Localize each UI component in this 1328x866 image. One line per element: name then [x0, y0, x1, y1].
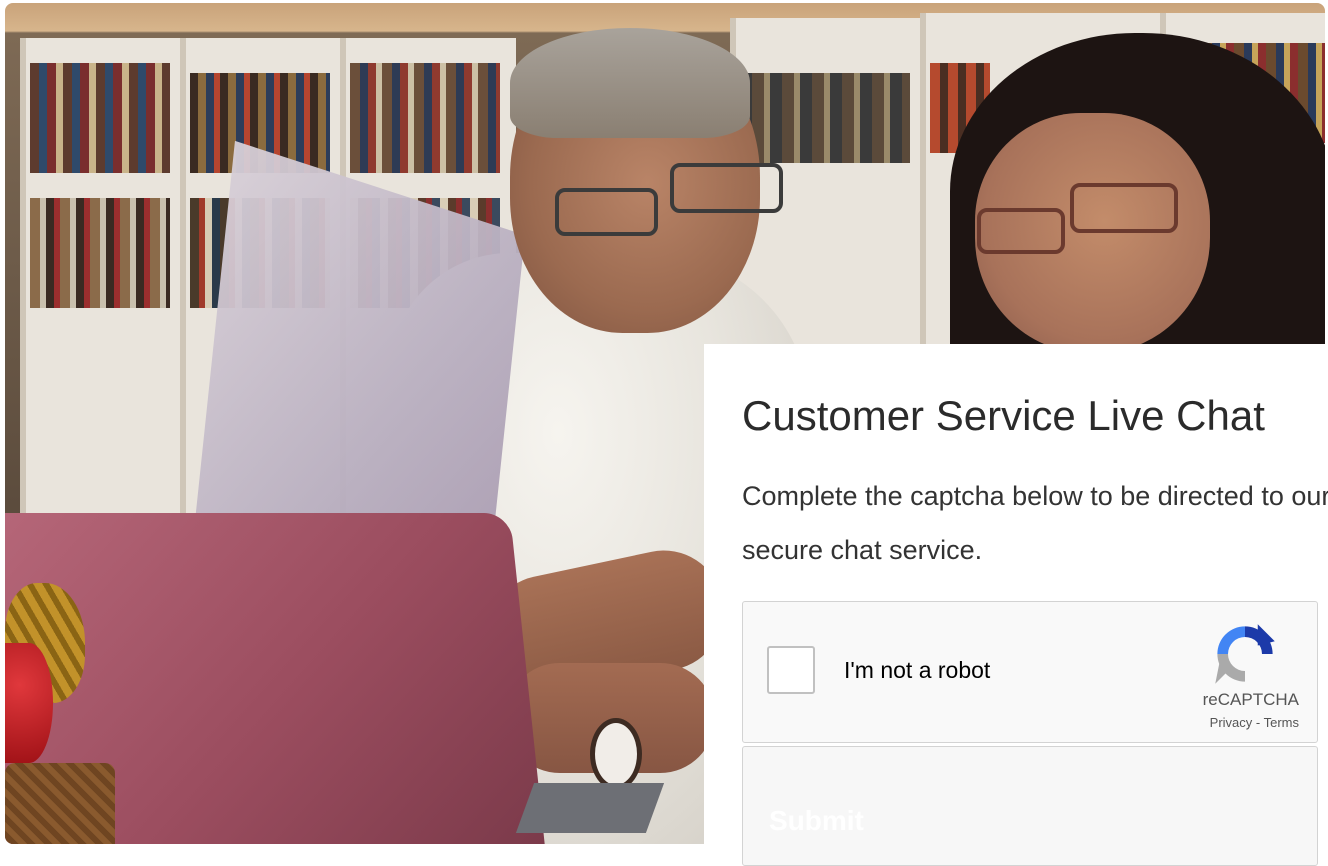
book-row	[350, 63, 500, 173]
book-row	[30, 63, 170, 173]
glasses-icon	[670, 163, 783, 213]
recaptcha-brand: reCAPTCHA	[1202, 690, 1299, 709]
recaptcha-checkbox[interactable]	[767, 646, 815, 694]
page-title: Customer Service Live Chat	[742, 392, 1265, 439]
glasses-icon	[977, 208, 1065, 254]
book-row	[30, 198, 170, 308]
laptop-keyboard	[515, 783, 665, 833]
chat-card: Customer Service Live Chat Complete the …	[704, 344, 1328, 866]
apple	[5, 643, 53, 763]
wristwatch-icon	[590, 718, 642, 790]
man-hair	[510, 28, 750, 138]
recaptcha-links: Privacy - Terms	[1210, 715, 1299, 730]
recaptcha-link-separator: -	[1252, 715, 1264, 730]
submit-container: Submit	[742, 746, 1318, 866]
recaptcha-widget: I'm not a robot reCAPTCHA Privacy - Term…	[742, 601, 1318, 743]
submit-button[interactable]: Submit	[769, 805, 864, 837]
recaptcha-privacy-link[interactable]: Privacy	[1210, 715, 1253, 730]
recaptcha-logo-icon	[1215, 624, 1275, 684]
book-row	[740, 73, 910, 163]
instructions-text: Complete the captcha below to be directe…	[742, 481, 1328, 565]
fruit-basket	[5, 763, 115, 844]
glasses-icon	[555, 188, 658, 236]
recaptcha-label: I'm not a robot	[844, 657, 991, 683]
glasses-icon	[1070, 183, 1178, 233]
recaptcha-terms-link[interactable]: Terms	[1264, 715, 1299, 730]
